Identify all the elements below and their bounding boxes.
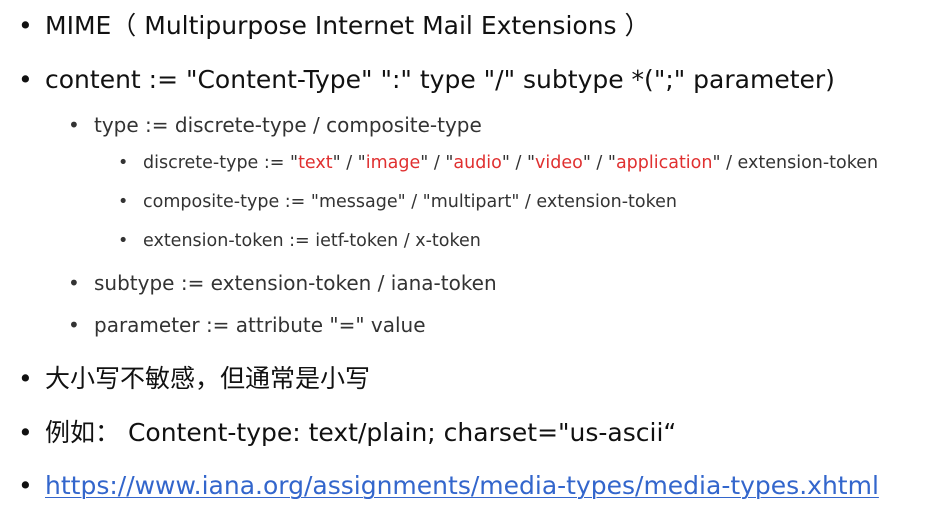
extension-token-rule: extension-token := ietf-token / x-token — [143, 231, 481, 251]
separator: " / " — [501, 153, 535, 173]
bullet-marker: • — [68, 271, 80, 295]
parameter-rule: parameter := attribute "=" value — [94, 313, 426, 337]
text-type-value: text — [298, 153, 333, 173]
bullet-marker: • — [18, 364, 33, 393]
bullet-marker: • — [118, 231, 129, 251]
content-rule: content := "Content-Type" ":" type "/" s… — [45, 65, 835, 94]
mime-heading: MIME（ Multipurpose Internet Mail Extensi… — [45, 11, 650, 40]
bullet-marker: • — [68, 113, 80, 137]
subtype-rule: subtype := extension-token / iana-token — [94, 271, 497, 295]
separator: " / " — [332, 153, 366, 173]
bullet-marker: • — [18, 65, 33, 94]
case-note: 大小写不敏感，但通常是小写 — [45, 364, 371, 393]
example-line: 例如： Content-type: text/plain; charset="u… — [45, 418, 677, 447]
bullet-marker: • — [18, 471, 33, 500]
application-type-value: application — [615, 153, 713, 173]
image-type-value: image — [365, 153, 421, 173]
iana-media-types-link[interactable]: https://www.iana.org/assignments/media-t… — [45, 473, 879, 498]
bullet-marker: • — [118, 153, 129, 173]
bullet-marker: • — [118, 192, 129, 212]
audio-type-value: audio — [453, 153, 502, 173]
video-type-value: video — [535, 153, 583, 173]
type-rule: type := discrete-type / composite-type — [94, 113, 482, 137]
bullet-marker: • — [68, 313, 80, 337]
discrete-suffix: " / extension-token — [712, 153, 879, 173]
separator: " / " — [420, 153, 454, 173]
composite-type-rule: composite-type := "message" / "multipart… — [143, 192, 677, 212]
discrete-type-rule: discrete-type := "text" / "image" / "aud… — [143, 153, 879, 173]
discrete-prefix: discrete-type := " — [143, 153, 299, 173]
bullet-marker: • — [18, 11, 33, 40]
bullet-marker: • — [18, 418, 33, 447]
separator: " / " — [582, 153, 616, 173]
